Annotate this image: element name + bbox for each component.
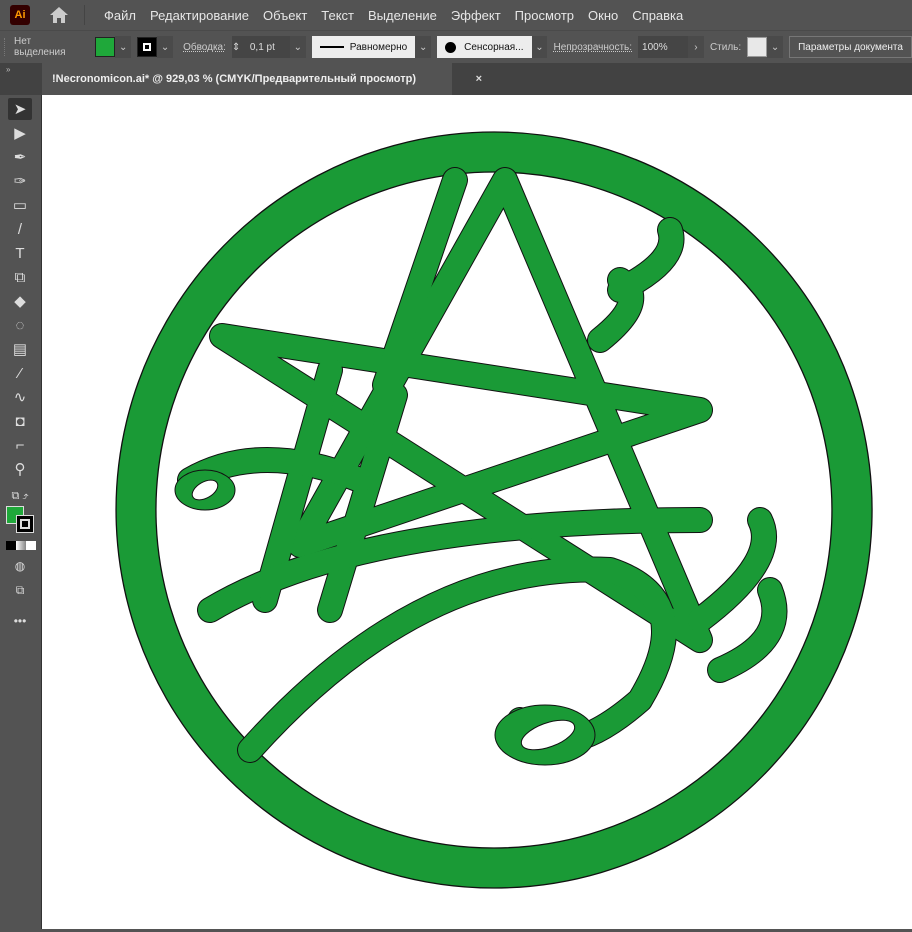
stroke-weight-input[interactable]: 0,1 pt [245, 36, 290, 58]
close-tab-icon[interactable]: × [476, 73, 482, 85]
more-tools-icon[interactable]: ••• [8, 610, 32, 632]
brush-dot-icon [445, 41, 457, 53]
paintbrush-tool-icon[interactable]: / [8, 218, 32, 240]
curvature-tool-icon[interactable]: ✑ [8, 170, 32, 192]
opacity-arrow[interactable]: › [687, 36, 704, 58]
artboard-canvas[interactable] [42, 95, 912, 929]
style-label: Стиль: [709, 41, 742, 53]
zoom-tool-icon[interactable]: ⚲ [8, 458, 32, 480]
menu-select[interactable]: Выделение [361, 8, 444, 23]
grip-handle[interactable] [4, 38, 8, 56]
menu-edit[interactable]: Редактирование [143, 8, 256, 23]
style-swatch[interactable] [747, 37, 768, 57]
screen-mode-icon[interactable]: ⧉ [8, 579, 32, 601]
opacity-label[interactable]: Непрозрачность: [553, 42, 632, 53]
stroke-color-swatch[interactable] [16, 515, 34, 533]
stroke-profile-dropdown[interactable]: ⌄ [415, 36, 432, 58]
document-settings-button[interactable]: Параметры документа [789, 36, 912, 58]
menu-effect[interactable]: Эффект [444, 8, 508, 23]
style-dropdown[interactable]: ⌄ [767, 36, 784, 58]
opacity-input[interactable]: 100% [638, 36, 688, 58]
document-tab[interactable]: !Necronomicon.ai* @ 929,03 % (CMYK/Предв… [42, 63, 482, 95]
stroke-profile-select[interactable]: Равномерно [311, 36, 416, 58]
menu-window[interactable]: Окно [581, 8, 625, 23]
necronomicon-sigil-artwork [115, 131, 873, 889]
blend-tool-icon[interactable]: ∿ [8, 386, 32, 408]
rectangle-tool-icon[interactable]: ▭ [8, 194, 32, 216]
panel-collapse[interactable]: » [0, 63, 42, 95]
artboard-tool-icon[interactable]: ⌐ [8, 434, 32, 456]
stroke-stepper[interactable]: ⇕ [231, 36, 246, 58]
selection-status: Нет выделения [14, 36, 66, 58]
brush-select[interactable]: Сенсорная... [437, 36, 532, 58]
shape-builder-tool-icon[interactable]: ◘ [8, 410, 32, 432]
eraser-tool-icon[interactable]: ◆ [8, 290, 32, 312]
stroke-label[interactable]: Обводка: [183, 42, 226, 53]
stroke-weight-dropdown[interactable]: ⌄ [289, 36, 306, 58]
menu-file[interactable]: Файл [97, 8, 143, 23]
scale-tool-icon[interactable]: ⧉ [8, 266, 32, 288]
stroke-profile-value: Равномерно [349, 41, 408, 53]
menu-view[interactable]: Просмотр [508, 8, 581, 23]
brush-value: Сенсорная... [464, 41, 524, 53]
divider [84, 5, 85, 25]
menu-bar: Ai Файл Редактирование Объект Текст Выде… [0, 0, 912, 30]
gradient-tool-icon[interactable]: ▤ [8, 338, 32, 360]
eyedropper-tool-icon[interactable]: ⁄ [8, 362, 32, 384]
stroke-swatch[interactable] [137, 37, 158, 57]
stroke-dropdown[interactable]: ⌄ [157, 36, 174, 58]
tab-bar: !Necronomicon.ai* @ 929,03 % (CMYK/Предв… [42, 63, 912, 95]
brush-dropdown[interactable]: ⌄ [531, 36, 548, 58]
menu-type[interactable]: Текст [314, 8, 361, 23]
pen-tool-icon[interactable]: ✒ [8, 146, 32, 168]
line-icon [319, 46, 344, 48]
menu-help[interactable]: Справка [625, 8, 690, 23]
menu-object[interactable]: Объект [256, 8, 314, 23]
swap-fill-stroke-icon[interactable]: ⧉ ⤴ [8, 485, 32, 507]
type-tool-icon[interactable]: T [8, 242, 32, 264]
selection-tool-icon[interactable]: ➤ [8, 98, 32, 120]
home-icon[interactable] [48, 5, 70, 25]
app-logo: Ai [10, 5, 30, 25]
draw-mode-icon[interactable]: ◍ [8, 555, 32, 577]
direct-selection-tool-icon[interactable]: ▶ [8, 122, 32, 144]
document-tab-title: !Necronomicon.ai* @ 929,03 % (CMYK/Предв… [52, 73, 416, 85]
color-mode-icons[interactable] [6, 541, 36, 550]
fill-swatch[interactable] [95, 37, 116, 57]
puppet-warp-tool-icon[interactable]: ◌ [8, 314, 32, 336]
sigil-star [174, 167, 788, 766]
tools-panel: ➤ ▶ ✒ ✑ ▭ / T ⧉ ◆ ◌ ▤ ⁄ ∿ ◘ ⌐ ⚲ ⧉ ⤴ ◍ ⧉ … [0, 95, 42, 929]
control-bar: Нет выделения ⌄ ⌄ Обводка: ⇕ 0,1 pt ⌄ Ра… [0, 30, 912, 63]
fill-dropdown[interactable]: ⌄ [115, 36, 132, 58]
